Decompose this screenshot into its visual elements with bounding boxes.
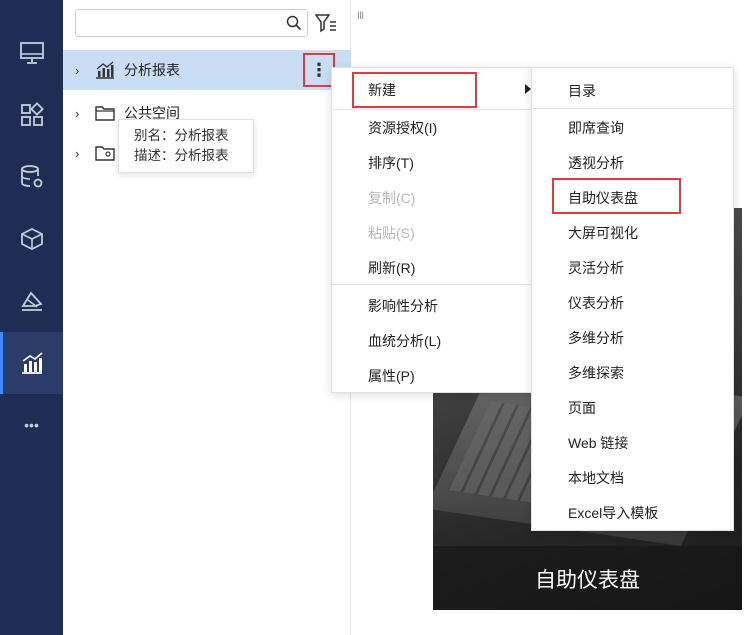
highlight-new <box>352 72 477 108</box>
rail-monitor-button[interactable] <box>0 22 63 84</box>
rail-grid-button[interactable] <box>0 84 63 146</box>
menu-item-refresh[interactable]: 刷新(R) <box>332 250 531 285</box>
menu-item-label: 刷新(R) <box>368 259 416 276</box>
chevron-right-icon[interactable]: › <box>75 146 79 161</box>
chevron-right-icon[interactable]: › <box>75 63 79 78</box>
menu-item-label: Web 链接 <box>568 434 629 451</box>
search-icon[interactable] <box>286 15 302 31</box>
menu-item-label: 灵活分析 <box>568 259 624 276</box>
submenu-item-web-link[interactable]: Web 链接 <box>532 425 733 460</box>
cube-icon <box>20 227 43 251</box>
menu-item-sort[interactable]: 排序(T) <box>332 145 531 180</box>
menu-item-label: 本地文档 <box>568 469 624 486</box>
submenu-item-olap-analysis[interactable]: 多维分析 <box>532 320 733 355</box>
submenu-item-page[interactable]: 页面 <box>532 390 733 425</box>
context-menu: 新建 资源授权(I) 排序(T) 复制(C) 粘贴(S) 刷新(R) 影响性分析… <box>331 67 532 393</box>
vertical-dots-icon: ⋮ <box>310 60 328 80</box>
monitor-icon <box>19 42 44 64</box>
grid-icon <box>20 102 44 126</box>
menu-item-label: 多维探索 <box>568 364 624 381</box>
database-settings-icon <box>20 165 42 188</box>
user-folder-icon <box>95 146 115 161</box>
splitter-handle[interactable]: III <box>357 10 364 22</box>
rail-layers-button[interactable] <box>0 270 63 332</box>
folder-icon <box>95 106 115 121</box>
tree-item-label: 分析报表 <box>124 62 180 78</box>
menu-item-label: 多维分析 <box>568 329 624 346</box>
menu-item-label: 透视分析 <box>568 154 624 171</box>
menu-item-label: Excel导入模板 <box>568 504 659 521</box>
submenu-item-gauge-analysis[interactable]: 仪表分析 <box>532 285 733 320</box>
resource-tree-panel: › 分析报表 ⋮ › 公共空间 › <box>63 0 351 635</box>
menu-item-label: 属性(P) <box>368 367 415 384</box>
layers-icon <box>20 291 43 311</box>
menu-item-label: 粘贴(S) <box>368 224 415 241</box>
menu-item-label: 血统分析(L) <box>368 332 442 349</box>
submenu-item-adhoc-query[interactable]: 即席查询 <box>532 110 733 145</box>
search-input[interactable] <box>75 9 308 37</box>
submenu-item-flexible-analysis[interactable]: 灵活分析 <box>532 250 733 285</box>
menu-item-authorize[interactable]: 资源授权(I) <box>332 110 531 145</box>
tooltip: 别名：分析报表 描述：分析报表 <box>118 119 254 173</box>
submenu-item-olap-explore[interactable]: 多维探索 <box>532 355 733 390</box>
chevron-right-icon[interactable]: › <box>75 106 79 121</box>
menu-item-lineage-analysis[interactable]: 血统分析(L) <box>332 323 531 358</box>
menu-item-label: 资源授权(I) <box>368 119 438 136</box>
submenu-item-local-document[interactable]: 本地文档 <box>532 460 733 495</box>
menu-item-label: 即席查询 <box>568 119 624 136</box>
tooltip-alias: 别名：分析报表 <box>134 128 229 143</box>
rail-cube-button[interactable] <box>0 208 63 270</box>
icon-rail: ••• <box>0 0 63 635</box>
submenu-item-pivot-analysis[interactable]: 透视分析 <box>532 145 733 180</box>
menu-item-impact-analysis[interactable]: 影响性分析 <box>332 288 531 323</box>
menu-item-label: 页面 <box>568 399 596 416</box>
menu-item-paste[interactable]: 粘贴(S) <box>332 215 531 250</box>
menu-item-label: 大屏可视化 <box>568 224 638 241</box>
preview-caption: 自助仪表盘 <box>535 569 640 592</box>
report-icon <box>96 61 114 79</box>
menu-item-label: 仪表分析 <box>568 294 624 311</box>
new-submenu: 目录 即席查询 透视分析 自助仪表盘 大屏可视化 灵活分析 仪表分析 多维分析 … <box>531 67 734 531</box>
more-dots-icon: ••• <box>24 417 39 433</box>
submenu-item-large-screen[interactable]: 大屏可视化 <box>532 215 733 250</box>
highlight-dashboard <box>552 178 681 214</box>
rail-database-button[interactable] <box>0 146 63 208</box>
submenu-item-folder[interactable]: 目录 <box>532 73 733 108</box>
menu-item-label: 复制(C) <box>368 189 416 206</box>
rail-more-button[interactable]: ••• <box>0 394 63 456</box>
menu-item-label: 目录 <box>568 82 596 99</box>
filter-icon[interactable] <box>315 13 337 33</box>
submenu-item-excel-import-template[interactable]: Excel导入模板 <box>532 495 733 530</box>
tree-item-analysis-report[interactable]: › 分析报表 ⋮ <box>63 50 351 90</box>
menu-item-properties[interactable]: 属性(P) <box>332 358 531 393</box>
tooltip-description: 描述：分析报表 <box>134 148 229 163</box>
menu-item-label: 影响性分析 <box>368 297 438 314</box>
menu-separator <box>332 284 531 285</box>
menu-item-label: 排序(T) <box>368 154 414 171</box>
bar-chart-icon <box>21 352 43 374</box>
menu-separator <box>532 108 733 109</box>
menu-item-copy[interactable]: 复制(C) <box>332 180 531 215</box>
rail-report-button[interactable] <box>0 332 63 394</box>
